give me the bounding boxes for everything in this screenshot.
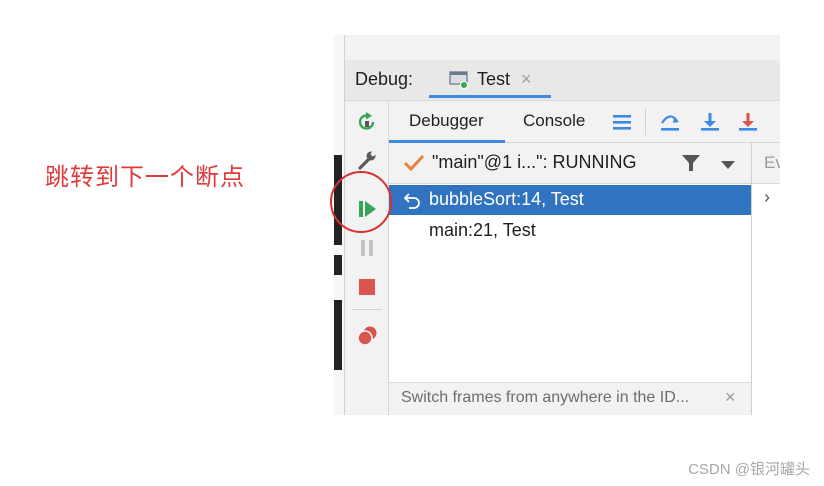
filter-icon[interactable]: [681, 153, 701, 178]
highlight-circle: [330, 171, 392, 233]
step-into-icon[interactable]: [699, 111, 721, 138]
force-step-into-icon[interactable]: [737, 111, 759, 138]
frames-panel: "main"@1 i...": RUNNING bubbleSort:14, T…: [389, 143, 752, 415]
frame-label: main:21, Test: [429, 220, 536, 240]
step-over-icon[interactable]: [659, 111, 681, 138]
run-config-icon: [449, 69, 469, 94]
frame-label: bubbleSort:14, Test: [429, 189, 584, 209]
tab-test[interactable]: Test ×: [429, 60, 551, 98]
close-icon[interactable]: ×: [725, 387, 736, 408]
tab-console[interactable]: Console: [523, 111, 585, 131]
thread-selector[interactable]: "main"@1 i...": RUNNING: [389, 143, 751, 184]
return-arrow-icon: [403, 191, 421, 214]
pause-icon[interactable]: [356, 237, 378, 259]
evaluate-placeholder: Ev: [764, 153, 780, 172]
debug-left-toolbar: ››: [345, 101, 389, 415]
close-icon[interactable]: ×: [521, 69, 532, 90]
check-icon: [403, 154, 425, 177]
debug-header: Debug: Test ×: [345, 60, 780, 101]
tab-label: Test: [477, 69, 511, 89]
tab-debugger[interactable]: Debugger: [409, 111, 484, 131]
thread-label: "main"@1 i...": RUNNING: [432, 152, 637, 172]
evaluate-expression-field[interactable]: Ev: [752, 143, 780, 184]
annotation-label: 跳转到下一个断点: [45, 163, 245, 191]
chevron-right-icon[interactable]: ›: [764, 187, 770, 208]
hint-text: Switch frames from anywhere in the ID...: [401, 389, 690, 406]
settings-wrench-icon[interactable]: [356, 149, 378, 171]
chevron-down-icon[interactable]: [721, 158, 735, 176]
layout-lines-icon[interactable]: [611, 111, 633, 138]
rerun-icon[interactable]: [356, 111, 378, 133]
debug-tool-window: Debug: Test × Debugger Console "main"@1 …: [334, 35, 780, 415]
frame-row-selected[interactable]: bubbleSort:14, Test: [389, 185, 751, 215]
hint-bar: Switch frames from anywhere in the ID...…: [389, 382, 751, 415]
frame-row[interactable]: main:21, Test: [389, 216, 751, 246]
stop-icon[interactable]: [356, 276, 378, 298]
watermark: CSDN @银河罐头: [688, 461, 810, 478]
debugger-subtabs: Debugger Console: [389, 101, 780, 143]
debug-title: Debug:: [355, 69, 414, 89]
view-breakpoints-icon[interactable]: [356, 325, 378, 347]
variables-panel: Ev ›: [752, 143, 780, 415]
